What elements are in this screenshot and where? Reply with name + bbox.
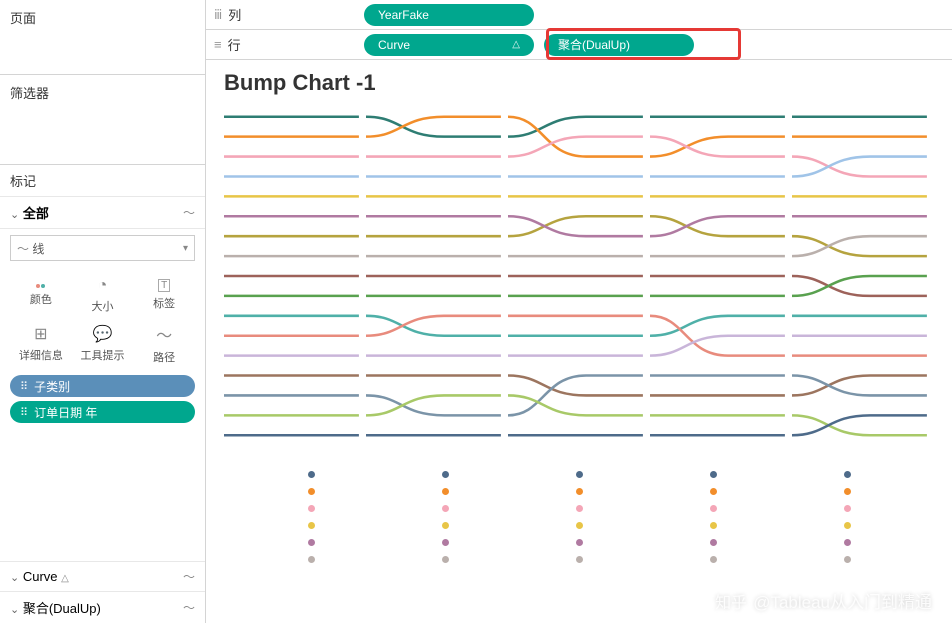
chart-title: Bump Chart -1 (224, 70, 934, 96)
color-icon: ⠿ (20, 380, 28, 393)
detail-icon: ⊞ (34, 324, 47, 344)
bump-chart (224, 106, 934, 446)
rows-pill-curve[interactable]: Curve△ (364, 34, 534, 56)
detail-icon: ⠿ (20, 406, 28, 419)
line-icon: 〜 (183, 599, 195, 616)
path-icon: 〜 (156, 322, 172, 346)
size-button[interactable]: ◔大小 (72, 271, 134, 319)
pages-label: 页面 (10, 8, 195, 27)
chart-viewport[interactable]: Bump Chart -1 (206, 60, 952, 623)
color-pill-subcategory[interactable]: ⠿子类别 (10, 375, 195, 397)
tooltip-button[interactable]: 💬工具提示 (72, 319, 134, 367)
chevron-down-icon: ⌄ (10, 604, 19, 616)
line-icon: 〜 (183, 568, 195, 585)
color-button[interactable]: 颜色 (10, 271, 72, 319)
size-icon: ◔ (98, 277, 108, 295)
marks-card-label: 标记 (0, 165, 205, 197)
filters-label: 筛选器 (10, 83, 195, 102)
marks-curve-section[interactable]: ⌄ Curve △ 〜 (0, 561, 205, 591)
line-icon: 〜 (183, 204, 195, 221)
dual-axis-dots (224, 471, 934, 563)
rows-pill-dualup[interactable]: 聚合(DualUp) (544, 34, 694, 56)
chevron-down-icon: ⌄ (10, 209, 19, 221)
chevron-down-icon: ▾ (183, 243, 188, 254)
rows-icon: ≡ (214, 37, 222, 52)
pages-shelf[interactable]: 页面 (0, 0, 205, 75)
tooltip-icon: 💬 (93, 324, 113, 344)
chevron-down-icon: ⌄ (10, 572, 19, 584)
main-area: ⅲ列 YearFake ≡行 Curve△ 聚合(DualUp) Bump Ch… (206, 0, 952, 623)
detail-button[interactable]: ⊞详细信息 (10, 319, 72, 367)
label-icon: T (158, 279, 170, 292)
columns-icon: ⅲ (214, 7, 222, 23)
color-icon (36, 284, 45, 288)
detail-pill-orderdate[interactable]: ⠿订单日期 年 (10, 401, 195, 423)
triangle-icon: △ (512, 39, 520, 50)
filters-shelf[interactable]: 筛选器 (0, 75, 205, 165)
rows-shelf[interactable]: ≡行 Curve△ 聚合(DualUp) (206, 30, 952, 60)
label-button[interactable]: T标签 (133, 271, 195, 319)
mark-type-dropdown[interactable]: 〜 线 ▾ (10, 235, 195, 261)
left-side-panel: 页面 筛选器 标记 ⌄ 全部 〜 〜 线 ▾ 颜色 ◔大小 T标签 ⊞详细信息 … (0, 0, 206, 623)
path-button[interactable]: 〜路径 (133, 319, 195, 367)
columns-shelf[interactable]: ⅲ列 YearFake (206, 0, 952, 30)
marks-all-header[interactable]: ⌄ 全部 〜 (0, 197, 205, 229)
marks-dualup-section[interactable]: ⌄ 聚合(DualUp) 〜 (0, 591, 205, 623)
columns-pill-yearfake[interactable]: YearFake (364, 4, 534, 26)
